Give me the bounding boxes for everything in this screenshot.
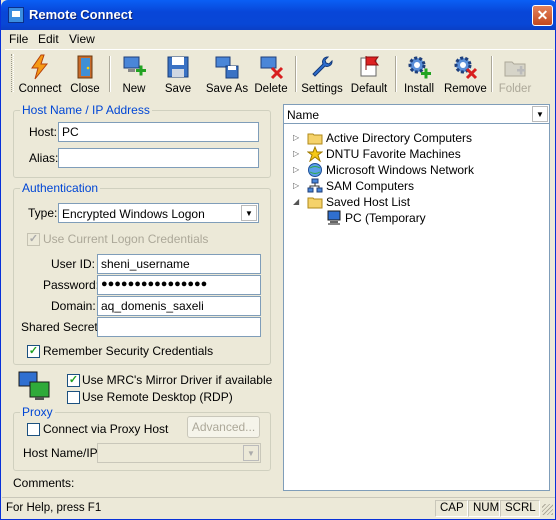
menu-edit[interactable]: Edit: [38, 32, 59, 46]
toolbar-separator: [109, 56, 111, 92]
userid-input[interactable]: sheni_username: [97, 254, 261, 274]
folder-button[interactable]: Folder: [497, 52, 533, 96]
folder-icon: [307, 133, 323, 145]
password-input[interactable]: ●●●●●●●●●●●●●●●●: [97, 275, 261, 295]
host-tree[interactable]: ▷ Active Directory Computers ▷ DNTU Favo…: [283, 123, 550, 491]
host-group-label: Host Name / IP Address: [20, 103, 152, 117]
settings-button[interactable]: Settings: [301, 52, 343, 96]
domain-label: Domain:: [51, 299, 96, 313]
shared-secret-input[interactable]: [97, 317, 261, 337]
alias-label: Alias:: [29, 151, 59, 165]
close-window-button[interactable]: ✕: [532, 5, 553, 26]
domain-input[interactable]: aq_domenis_saxeli: [97, 296, 261, 316]
use-current-credentials-label: Use Current Logon Credentials: [43, 232, 209, 246]
default-button[interactable]: Default: [349, 52, 389, 96]
collapse-icon[interactable]: ◢: [293, 197, 302, 206]
host-label: Host:: [29, 125, 58, 139]
menu-view[interactable]: View: [69, 32, 95, 46]
shared-secret-label: Shared Secret:: [21, 320, 102, 334]
use-current-credentials-checkbox[interactable]: ✓: [27, 233, 40, 246]
delete-host-icon: [260, 56, 284, 80]
toolbar-separator: [491, 56, 493, 92]
mirror-driver-checkbox[interactable]: ✓: [67, 374, 80, 387]
close-button[interactable]: Close: [67, 52, 103, 96]
type-label: Type:: [28, 206, 58, 220]
proxy-host-label: Connect via Proxy Host: [43, 422, 169, 436]
toolbar-separator: [295, 56, 297, 92]
default-flag-icon: [360, 56, 379, 77]
proxy-host-checkbox[interactable]: [27, 423, 40, 436]
folder-icon: [307, 197, 323, 209]
menu-file[interactable]: File: [9, 32, 28, 46]
type-select[interactable]: Encrypted Windows Logon ▼: [58, 203, 259, 223]
advanced-button[interactable]: Advanced...: [187, 416, 260, 438]
toolbar: Connect Close New Save Save As Delete Se…: [5, 49, 553, 95]
door-icon: [77, 55, 93, 79]
chevron-down-icon: ▼: [532, 106, 548, 122]
gear-remove-icon: [454, 56, 478, 80]
app-icon: [8, 7, 24, 23]
remember-credentials-checkbox[interactable]: ✓: [27, 345, 40, 358]
expand-icon[interactable]: ▷: [293, 133, 302, 142]
expand-icon[interactable]: ▷: [293, 165, 302, 174]
remote-desktop-label: Use Remote Desktop (RDP): [82, 390, 233, 404]
scroll-lock-indicator: SCRL: [500, 500, 540, 517]
mirror-driver-label: Use MRC's Mirror Driver if available: [82, 373, 273, 387]
authentication-group-label: Authentication: [20, 181, 101, 195]
host-input[interactable]: PC: [58, 122, 259, 142]
toolbar-separator: [395, 56, 397, 92]
save-as-icon: [215, 56, 239, 79]
status-bar: For Help, press F1 CAP NUM SCRL: [2, 497, 555, 518]
new-button[interactable]: New: [117, 52, 151, 96]
monitors-icon: [18, 371, 50, 400]
resize-grip[interactable]: [542, 504, 553, 515]
chevron-down-icon: ▼: [241, 205, 257, 221]
wrench-icon: [312, 56, 333, 77]
sort-select[interactable]: Name ▼: [283, 104, 550, 124]
title-bar[interactable]: Remote Connect ✕: [1, 0, 556, 30]
gear-add-icon: [408, 56, 431, 79]
proxy-hostname-label: Host Name/IP:: [23, 446, 102, 460]
favorite-star-icon: [307, 146, 323, 162]
new-host-icon: [123, 56, 146, 76]
network-globe-icon: [308, 163, 322, 177]
network-computers-icon: [307, 178, 323, 193]
delete-button[interactable]: Delete: [251, 52, 291, 96]
floppy-icon: [167, 56, 189, 78]
window-title: Remote Connect: [29, 7, 133, 22]
expand-icon[interactable]: ▷: [293, 149, 302, 158]
proxy-group-label: Proxy: [20, 405, 55, 419]
save-button[interactable]: Save: [161, 52, 195, 96]
caps-lock-indicator: CAP: [435, 500, 468, 517]
num-lock-indicator: NUM: [468, 500, 500, 517]
save-as-button[interactable]: Save As: [202, 52, 252, 96]
chevron-down-icon: ▼: [243, 445, 259, 461]
remove-button[interactable]: Remove: [444, 52, 487, 96]
install-button[interactable]: Install: [401, 52, 437, 96]
folder-add-icon: [504, 61, 526, 77]
computer-icon: [327, 210, 341, 225]
proxy-hostname-select[interactable]: ▼: [97, 443, 261, 463]
expand-icon[interactable]: ▷: [293, 181, 302, 190]
menu-bar: File Edit View: [5, 30, 553, 48]
status-help-text: For Help, press F1: [6, 502, 102, 514]
lightning-icon: [31, 54, 49, 80]
connect-button[interactable]: Connect: [18, 52, 62, 96]
comments-label: Comments:: [13, 476, 75, 490]
password-label: Password:: [43, 278, 100, 292]
alias-input[interactable]: [58, 148, 259, 168]
userid-label: User ID:: [51, 257, 96, 271]
toolbar-grip[interactable]: [11, 54, 14, 92]
remote-connect-window: Remote Connect ✕ File Edit View Connect …: [0, 0, 556, 520]
remote-desktop-checkbox[interactable]: [67, 391, 80, 404]
remember-credentials-label: Remember Security Credentials: [43, 344, 214, 358]
